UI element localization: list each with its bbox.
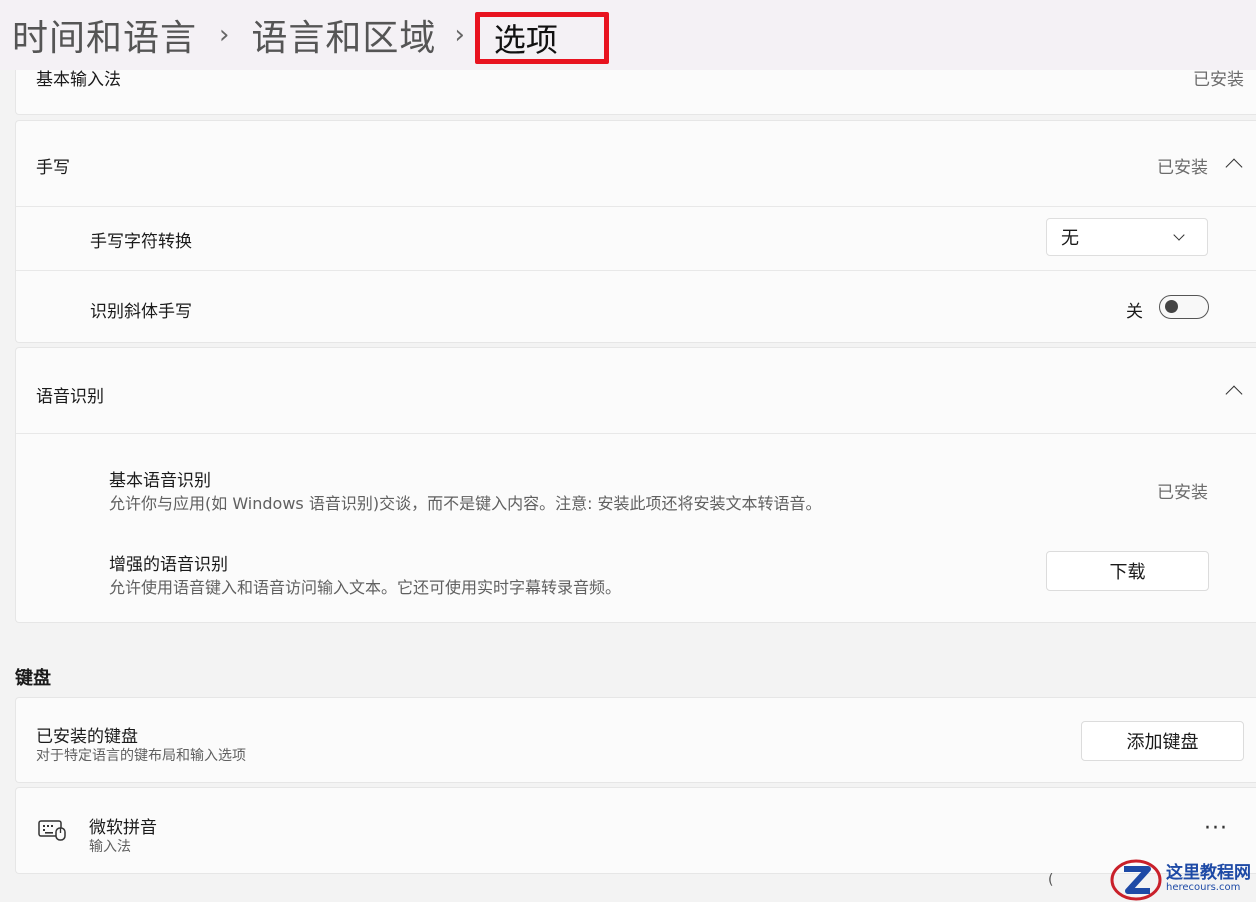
keyboard-item-type: 输入法 [89, 839, 131, 855]
toggle-knob [1165, 300, 1178, 313]
handwriting-status: 已安装 [1157, 158, 1208, 178]
breadcrumb-language-region[interactable]: 语言和区域 [251, 9, 436, 61]
add-keyboard-button[interactable]: 添加键盘 [1081, 721, 1244, 761]
speech-card: 语音识别 基本语音识别 允许你与应用(如 Windows 语音识别)交谈，而不是… [15, 347, 1256, 623]
speech-header[interactable]: 语音识别 [16, 348, 1256, 433]
handwriting-italic-label: 识别斜体手写 [90, 302, 192, 322]
basic-speech-label: 基本语音识别 [109, 471, 211, 491]
basic-speech-row: 基本语音识别 允许你与应用(如 Windows 语音识别)交谈，而不是键入内容。… [16, 433, 1256, 623]
basic-speech-status: 已安装 [1157, 483, 1208, 503]
chevron-up-icon[interactable] [1225, 385, 1243, 403]
breadcrumb-time-language[interactable]: 时间和语言 [12, 9, 197, 61]
chevron-down-icon [1173, 229, 1185, 241]
enhanced-speech-desc: 允许使用语音键入和语音访问输入文本。它还可使用实时字幕转录音频。 [109, 578, 622, 597]
enhanced-speech-label: 增强的语音识别 [109, 555, 228, 575]
breadcrumb: 时间和语言 › 语言和区域 › 选项 [0, 0, 1256, 70]
installed-keyboards-label: 已安装的键盘 [36, 727, 138, 747]
stray-paren: ( [1048, 872, 1054, 888]
italic-handwriting-toggle[interactable] [1159, 295, 1209, 319]
watermark-logo: 这里教程网 herecours.com [1108, 856, 1256, 902]
keyboard-section-title: 键盘 [15, 668, 51, 689]
dropdown-selected-value: 无 [1061, 228, 1079, 249]
handwriting-italic-row: 识别斜体手写 关 [16, 270, 1256, 343]
download-button[interactable]: 下载 [1046, 551, 1209, 591]
chevron-right-icon: › [454, 20, 465, 50]
basic-speech-desc: 允许你与应用(如 Windows 语音识别)交谈，而不是键入内容。注意: 安装此… [109, 494, 822, 513]
installed-keyboards-card: 已安装的键盘 对于特定语言的键布局和输入选项 添加键盘 [15, 697, 1256, 783]
installed-keyboards-desc: 对于特定语言的键布局和输入选项 [36, 748, 246, 764]
handwriting-title: 手写 [36, 158, 70, 178]
watermark-text: 这里教程网 [1166, 863, 1251, 883]
toggle-state-label: 关 [1126, 302, 1143, 322]
chevron-up-icon[interactable] [1225, 158, 1243, 176]
keyboard-item-card[interactable]: 微软拼音 输入法 ··· [15, 787, 1256, 874]
handwriting-header[interactable]: 手写 已安装 [16, 121, 1256, 206]
handwriting-conversion-label: 手写字符转换 [90, 232, 192, 252]
breadcrumb-current-options: 选项 [474, 12, 609, 64]
keyboard-icon [38, 820, 66, 841]
handwriting-card: 手写 已安装 手写字符转换 无 识别斜体手写 关 [15, 120, 1256, 343]
handwriting-conversion-row: 手写字符转换 无 [16, 206, 1256, 270]
chevron-right-icon: › [219, 20, 230, 50]
keyboard-item-name: 微软拼音 [89, 818, 157, 838]
watermark-url: herecours.com [1166, 882, 1241, 893]
speech-title: 语音识别 [36, 387, 104, 407]
more-options-icon[interactable]: ··· [1204, 816, 1228, 841]
watermark-z-icon [1110, 859, 1162, 901]
handwriting-conversion-dropdown[interactable]: 无 [1046, 218, 1208, 256]
